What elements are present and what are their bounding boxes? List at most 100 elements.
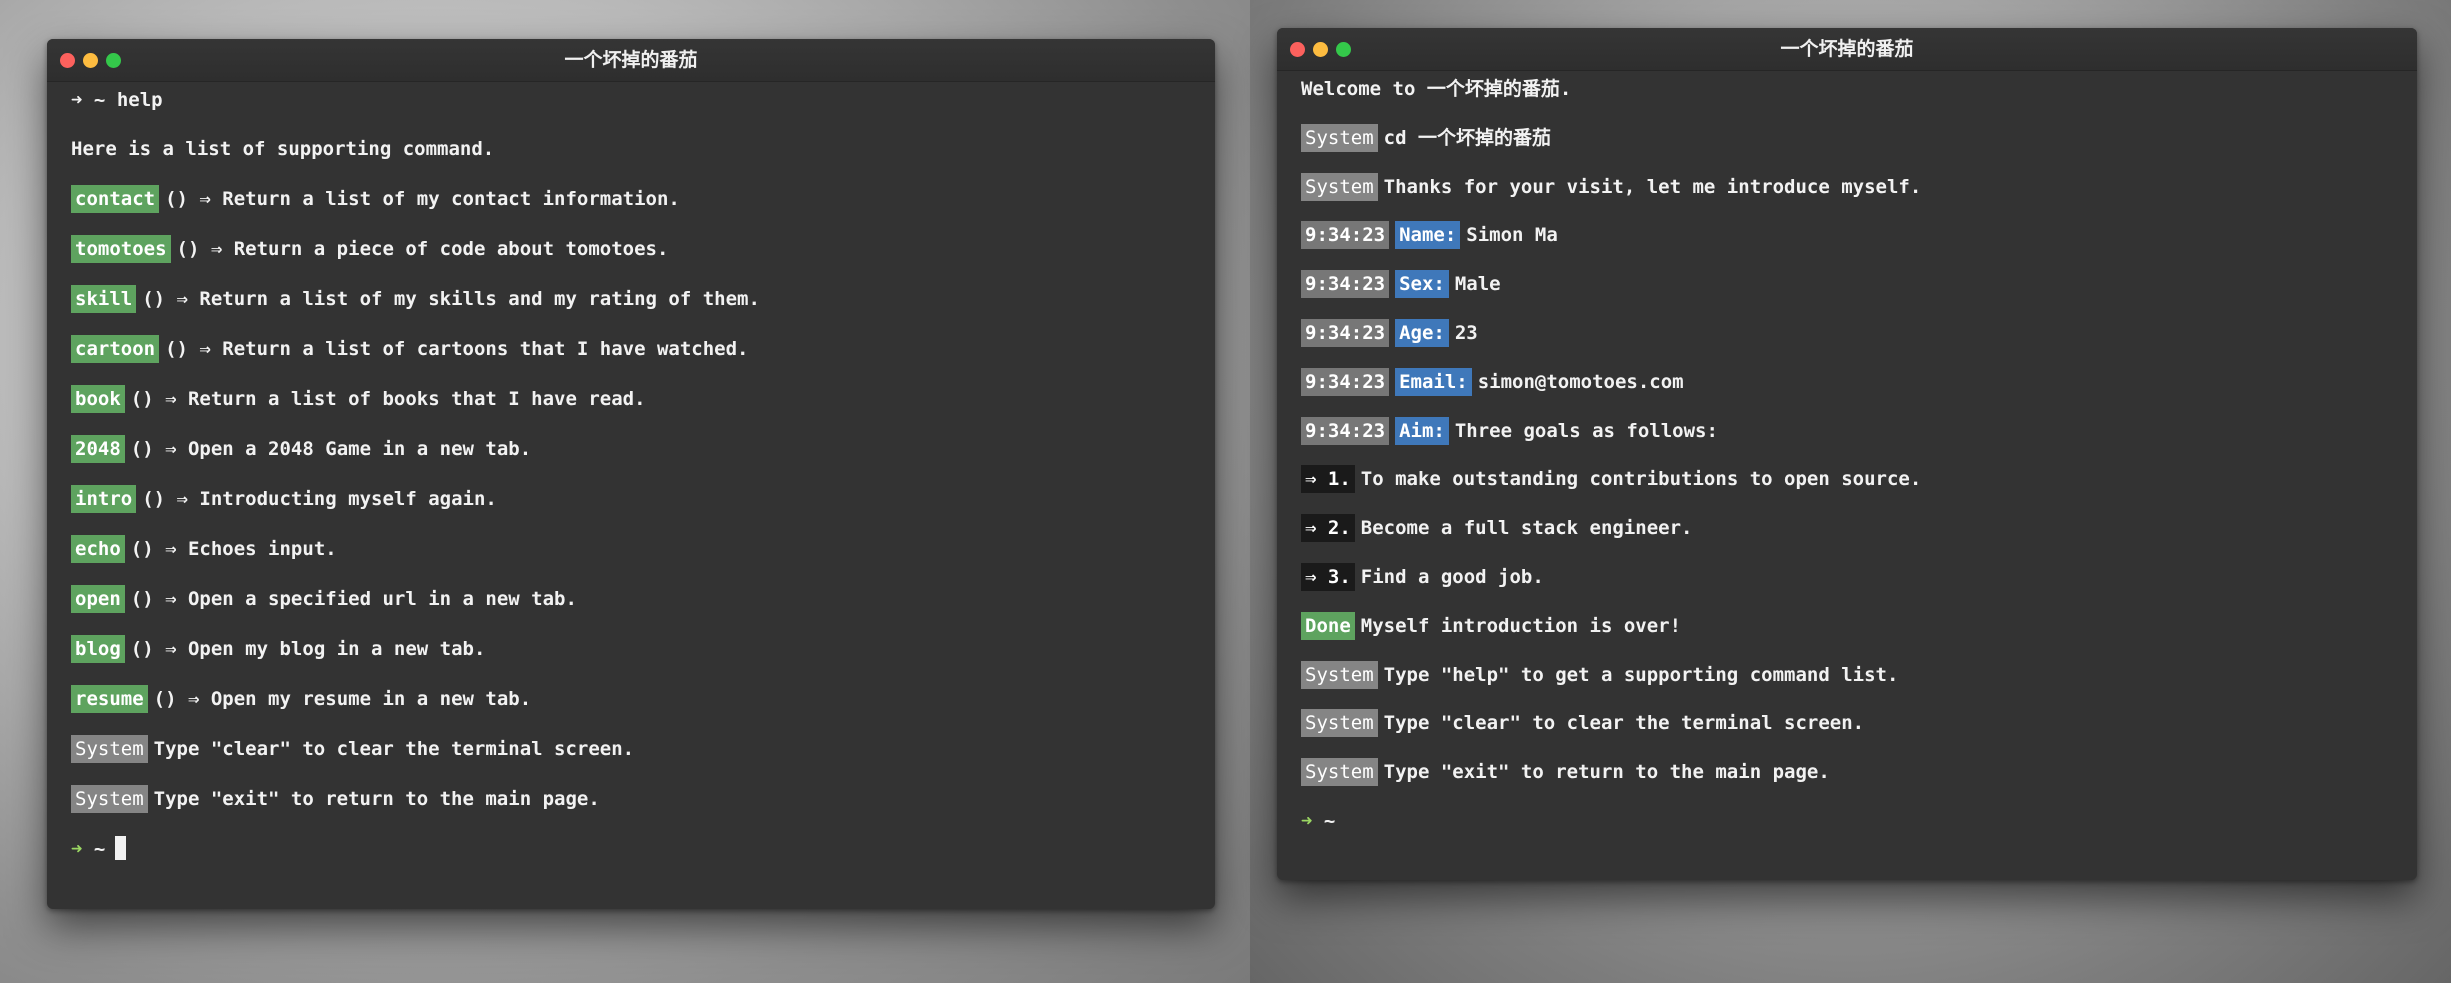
system-line: System Type "exit" to return to the main …	[1301, 758, 2393, 787]
command-name-contact[interactable]: contact	[71, 185, 160, 213]
prompt-arrow-icon: ➜	[71, 89, 83, 111]
command-signature: () ⇒	[153, 688, 200, 710]
system-tag: System	[1301, 172, 1378, 201]
command-signature: () ⇒	[130, 388, 177, 410]
command-signature: () ⇒	[130, 538, 177, 560]
system-line: System cd 一个坏掉的番茄	[1301, 123, 2393, 152]
goal-text: Find a good job.	[1360, 565, 1544, 588]
system-text: cd 一个坏掉的番茄	[1383, 126, 1551, 149]
done-line: Done Myself introduction is over!	[1301, 611, 2393, 640]
welcome-line: Welcome to 一个坏掉的番茄.	[1301, 78, 1572, 100]
info-value: Male	[1454, 273, 1501, 296]
system-tag: System	[1301, 709, 1378, 738]
system-text: Type "help" to get a supporting command …	[1383, 663, 1899, 686]
system-line: System Type "help" to get a supporting co…	[1301, 660, 2393, 689]
command-signature: () ⇒	[130, 588, 177, 610]
system-text: Type "clear" to clear the terminal scree…	[1383, 712, 1865, 735]
timestamp-tag: 9:34:23	[1301, 221, 1390, 250]
command-name-echo[interactable]: echo	[71, 535, 125, 563]
prompt-tilde: ~	[93, 89, 106, 111]
info-value: simon@tomotoes.com	[1477, 370, 1684, 393]
system-tag: System	[71, 785, 148, 813]
info-label-tag: Name:	[1395, 221, 1461, 250]
command-help-line: echo() ⇒ Echoes input.	[71, 535, 1191, 563]
prompt-arrow-icon: ➜	[71, 838, 83, 860]
command-name-cartoon[interactable]: cartoon	[71, 335, 160, 363]
system-text: Type "exit" to return to the main page.	[1383, 761, 1830, 784]
command-signature: () ⇒	[142, 488, 188, 510]
goal-line: ⇒ 2. Become a full stack engineer.	[1301, 514, 2393, 543]
done-text: Myself introduction is over!	[1360, 614, 1682, 637]
text-cursor	[115, 836, 127, 860]
info-label-tag: Aim:	[1395, 416, 1449, 445]
system-line: System Type "exit" to return to the main …	[71, 785, 1191, 813]
input-prompt-line[interactable]: ➜ ~	[1301, 807, 2393, 835]
command-description: Return a list of cartoons that I have wa…	[222, 338, 749, 360]
done-tag: Done	[1301, 611, 1355, 640]
goal-line: ⇒ 3. Find a good job.	[1301, 562, 2393, 591]
command-name-intro[interactable]: intro	[71, 485, 137, 513]
system-text: Type "exit" to return to the main page.	[153, 788, 600, 810]
command-name-resume[interactable]: resume	[71, 685, 148, 713]
window-titlebar: 一个坏掉的番茄	[1277, 28, 2417, 71]
command-help-line: 2048() ⇒ Open a 2048 Game in a new tab.	[71, 435, 1191, 463]
command-signature: () ⇒	[130, 438, 177, 460]
system-tag: System	[1301, 660, 1378, 689]
entered-command: help	[116, 89, 163, 111]
command-description: Return a list of books that I have read.	[187, 388, 646, 410]
command-description: Echoes input.	[187, 538, 337, 560]
system-line: System Type "clear" to clear the terminal…	[1301, 709, 2393, 738]
command-description: Introducting myself again.	[199, 488, 497, 510]
terminal-output[interactable]: Welcome to 一个坏掉的番茄. System cd 一个坏掉的番茄 Sys…	[1277, 71, 2417, 860]
prompt-tilde: ~	[93, 838, 106, 860]
command-name-tomotoes[interactable]: tomotoes	[71, 235, 171, 263]
command-description: Return a list of my contact information.	[222, 188, 680, 210]
command-help-line: blog() ⇒ Open my blog in a new tab.	[71, 635, 1191, 663]
system-line: System Type "clear" to clear the terminal…	[71, 735, 1191, 763]
terminal-window-intro: 一个坏掉的番茄 Welcome to 一个坏掉的番茄. System cd 一个坏…	[1277, 28, 2417, 880]
timestamp-tag: 9:34:23	[1301, 367, 1390, 396]
terminal-output[interactable]: ➜ ~ help Here is a list of supporting co…	[47, 82, 1215, 889]
command-help-line: intro() ⇒ Introducting myself again.	[71, 485, 1191, 513]
left-screenshot-panel: 一个坏掉的番茄 ➜ ~ help Here is a list of suppo…	[0, 0, 1250, 983]
window-title: 一个坏掉的番茄	[1780, 38, 1914, 60]
input-prompt-line[interactable]: ➜ ~	[71, 835, 1191, 863]
command-help-line: book() ⇒ Return a list of books that I h…	[71, 385, 1191, 413]
right-screenshot-panel: 一个坏掉的番茄 Welcome to 一个坏掉的番茄. System cd 一个坏…	[1250, 0, 2451, 983]
system-text: Thanks for your visit, let me introduce …	[1383, 175, 1922, 198]
goal-number-tag: ⇒ 1.	[1301, 465, 1355, 494]
info-line: 9:34:23 Aim: Three goals as follows:	[1301, 416, 2393, 445]
goal-text: Become a full stack engineer.	[1360, 517, 1693, 540]
command-name-blog[interactable]: blog	[71, 635, 125, 663]
command-name-open[interactable]: open	[71, 585, 125, 613]
info-line: 9:34:23 Email: simon@tomotoes.com	[1301, 367, 2393, 396]
command-help-line: skill() ⇒ Return a list of my skills and…	[71, 285, 1191, 313]
command-description: Open a specified url in a new tab.	[187, 588, 577, 610]
prompt-tilde: ~	[1323, 809, 1336, 832]
info-label-tag: Age:	[1395, 318, 1449, 347]
command-signature: () ⇒	[165, 338, 211, 360]
command-help-line: tomotoes() ⇒ Return a piece of code abou…	[71, 235, 1191, 263]
command-name-2048[interactable]: 2048	[71, 435, 125, 463]
command-name-book[interactable]: book	[71, 385, 125, 413]
command-signature: () ⇒	[130, 638, 177, 660]
goal-text: To make outstanding contributions to ope…	[1360, 468, 1922, 491]
command-help-line: cartoon() ⇒ Return a list of cartoons th…	[71, 335, 1191, 363]
command-name-skill[interactable]: skill	[71, 285, 137, 313]
command-signature: () ⇒	[142, 288, 188, 310]
info-label-tag: Email:	[1395, 367, 1472, 396]
command-description: Return a list of my skills and my rating…	[199, 288, 760, 310]
command-description: Open a 2048 Game in a new tab.	[187, 438, 532, 460]
info-line: 9:34:23 Age: 23	[1301, 318, 2393, 347]
timestamp-tag: 9:34:23	[1301, 318, 1390, 347]
command-signature: () ⇒	[176, 238, 223, 260]
system-tag: System	[71, 735, 148, 763]
window-titlebar: 一个坏掉的番茄	[47, 39, 1215, 82]
system-line: System Thanks for your visit, let me intr…	[1301, 172, 2393, 201]
command-signature: () ⇒	[165, 188, 211, 210]
info-label-tag: Sex:	[1395, 270, 1449, 299]
info-line: 9:34:23 Sex: Male	[1301, 270, 2393, 299]
command-help-line: contact() ⇒ Return a list of my contact …	[71, 185, 1191, 213]
help-intro: Here is a list of supporting command.	[71, 138, 495, 160]
terminal-window-help: 一个坏掉的番茄 ➜ ~ help Here is a list of suppo…	[47, 39, 1215, 909]
